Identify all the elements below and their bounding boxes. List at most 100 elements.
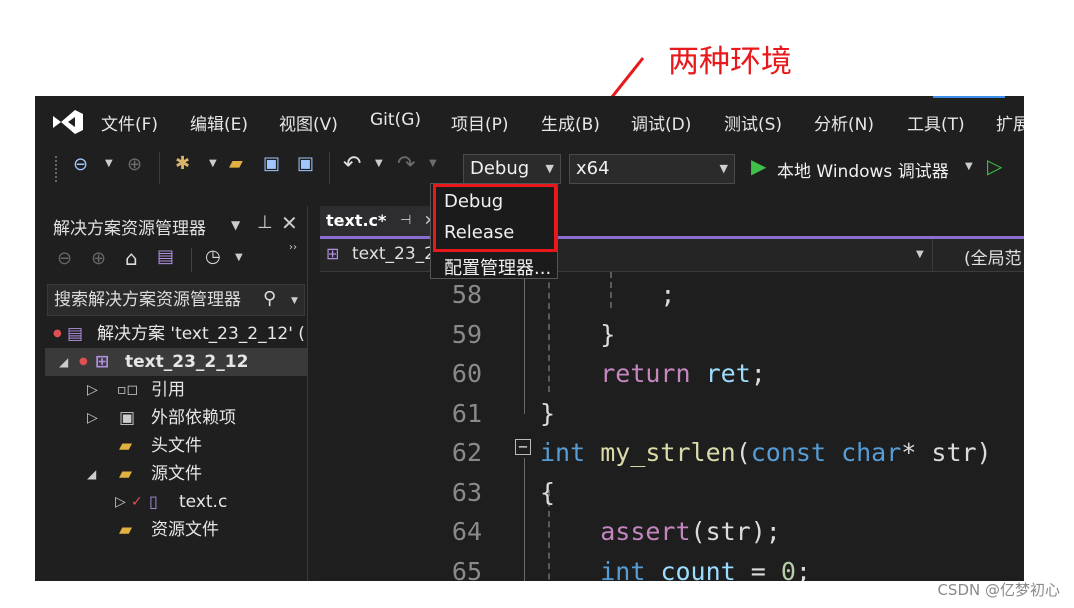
home-icon[interactable]: ⌂ — [125, 246, 138, 270]
menu-edit[interactable]: 编辑(E) — [190, 110, 248, 135]
menu-analyze[interactable]: 分析(N) — [814, 110, 874, 135]
tree-item-text-c[interactable]: ▷ ✓ ▯ text.c — [45, 488, 307, 516]
configuration-manager-item[interactable]: 配置管理器... — [444, 254, 551, 280]
expanded-chevron-icon[interactable]: ◢ — [59, 348, 68, 376]
pending-changes-icon[interactable]: ◷ — [205, 246, 221, 267]
menu-debug[interactable]: 调试(D) — [631, 110, 691, 135]
code-line: { — [540, 478, 555, 507]
tree-item-source-files[interactable]: ◢ ▰ 源文件 — [45, 460, 307, 488]
switch-views-icon[interactable]: ▤ — [157, 246, 174, 267]
toolbar-grip — [55, 156, 61, 182]
filter-folder-icon: ▰ — [119, 436, 133, 456]
new-dropdown-icon[interactable]: ▼ — [209, 158, 217, 169]
references-icon: ▫◻ — [117, 382, 139, 398]
debugger-dropdown-icon[interactable]: ▼ — [965, 161, 973, 172]
navigate-forward-icon[interactable]: ⊕ — [127, 154, 142, 175]
chevron-down-icon[interactable]: ▼ — [916, 249, 924, 260]
start-debug-icon[interactable]: ▶ — [751, 154, 766, 178]
overflow-icon[interactable]: ›› — [289, 242, 297, 253]
collapse-toggle-icon[interactable]: − — [515, 439, 531, 455]
pin-icon[interactable]: ⊣ — [400, 206, 411, 236]
tree-item-external-deps[interactable]: ▷ ▣ 外部依赖项 — [45, 404, 307, 432]
search-placeholder: 搜索解决方案资源管理器 — [54, 290, 241, 310]
platform-combo[interactable]: x64 ▼ — [569, 154, 735, 184]
tree-item-label: text.c — [179, 492, 228, 512]
back-icon[interactable]: ⊖ — [57, 248, 72, 269]
save-icon[interactable]: ▣ — [263, 153, 280, 174]
forward-icon[interactable]: ⊕ — [91, 248, 106, 269]
redo-dropdown-icon[interactable]: ▼ — [429, 158, 437, 169]
line-number: 60 — [451, 359, 482, 388]
code-token: } — [540, 398, 556, 428]
tree-item-label: 外部依赖项 — [151, 408, 236, 428]
nav-scope-combo[interactable]: (全局范 — [964, 244, 1022, 269]
code-token: int — [600, 556, 646, 582]
pending-dropdown-icon[interactable]: ▼ — [235, 252, 243, 263]
menu-view[interactable]: 视图(V) — [279, 110, 338, 135]
start-without-debug-icon[interactable]: ▷ — [987, 154, 1002, 178]
back-dropdown-icon[interactable]: ▼ — [105, 158, 113, 169]
collapsed-chevron-icon[interactable]: ▷ — [87, 376, 98, 404]
code-line: int my_strlen(const char* str) — [540, 438, 992, 467]
redo-icon[interactable]: ↷ — [397, 152, 415, 177]
collapsed-chevron-icon[interactable]: ▷ — [87, 404, 98, 432]
navigate-back-icon[interactable]: ⊖ — [73, 154, 88, 175]
code-token: char — [841, 438, 902, 467]
menu-build[interactable]: 生成(B) — [541, 110, 600, 135]
filter-folder-icon: ▰ — [119, 464, 133, 484]
code-token: } — [540, 319, 616, 349]
expanded-chevron-icon[interactable]: ◢ — [87, 460, 96, 488]
nav-separator — [932, 239, 933, 271]
menu-project[interactable]: 项目(P) — [451, 110, 509, 135]
menu-tools[interactable]: 工具(T) — [907, 110, 965, 135]
tree-item-project[interactable]: ◢ ● ⊞ text_23_2_12 — [45, 348, 307, 376]
cpp-project-icon: ⊞ — [95, 352, 110, 372]
open-folder-icon[interactable]: ▰ — [229, 153, 243, 174]
chevron-down-icon: ▼ — [719, 162, 728, 175]
status-dot-icon: ● — [53, 328, 62, 339]
tab-text-c[interactable]: text.c* ⊣ ✕ — [320, 206, 438, 236]
line-number: 64 — [451, 517, 482, 546]
tree-item-resource-files[interactable]: ▰ 资源文件 — [45, 516, 307, 544]
save-all-icon[interactable]: ▣ — [297, 153, 314, 174]
menu-accent-line — [933, 96, 1005, 98]
platform-value: x64 — [576, 158, 610, 179]
debugger-label[interactable]: 本地 Windows 调试器 — [777, 157, 949, 182]
code-area[interactable]: − 58 ; 59 } 60 return ret; 61} 62 int my_strl… — [320, 272, 1024, 581]
tab-label: text.c* — [326, 211, 387, 230]
tree-item-solution[interactable]: ● ▤ 解决方案 'text_23_2_12' ( — [45, 320, 307, 348]
code-line: int count = 0; — [540, 557, 811, 582]
tree-item-header-files[interactable]: ▰ 头文件 — [45, 432, 307, 460]
menu-git[interactable]: Git(G) — [370, 110, 421, 130]
nav-project-combo[interactable]: text_23_2 — [352, 244, 435, 264]
undo-dropdown-icon[interactable]: ▼ — [375, 158, 383, 169]
code-token: ( — [735, 438, 751, 467]
search-options-icon[interactable]: ▼ — [291, 296, 298, 306]
new-project-icon[interactable]: ✱ — [175, 153, 190, 174]
collapsed-chevron-icon[interactable]: ▷ — [115, 488, 126, 516]
editor-tab-strip: text.c* ⊣ ✕ — [320, 206, 1024, 239]
search-icon[interactable]: ⚲ — [263, 288, 277, 309]
configuration-combo[interactable]: Debug ▼ — [463, 154, 561, 184]
filter-folder-icon: ▰ — [119, 520, 133, 540]
undo-icon[interactable]: ↶ — [343, 152, 361, 177]
line-number: 63 — [451, 477, 482, 507]
menu-extensions[interactable]: 扩展 — [996, 110, 1024, 135]
code-token: const — [750, 438, 827, 467]
solution-explorer-panel: 解决方案资源管理器 ▼ ⊥ ✕ ⊖ ⊕ ⌂ ▤ ◷ ▼ ›› 搜索解决方案资源管… — [45, 206, 308, 581]
menu-test[interactable]: 测试(S) — [724, 110, 782, 135]
cpp-project-icon: ⊞ — [326, 244, 340, 263]
code-line: assert(str); — [540, 517, 781, 546]
panel-menu-dropdown-icon[interactable]: ▼ — [231, 218, 240, 232]
close-icon[interactable]: ✕ — [281, 211, 298, 235]
code-token: ret — [705, 359, 751, 388]
code-token: { — [540, 477, 556, 507]
menu-file[interactable]: 文件(F) — [101, 110, 158, 135]
watermark: CSDN @亿梦初心 — [937, 581, 1060, 599]
tree-item-references[interactable]: ▷ ▫◻ 引用 — [45, 376, 307, 404]
pin-icon[interactable]: ⊥ — [257, 212, 273, 233]
line-number: 65 — [451, 556, 482, 582]
